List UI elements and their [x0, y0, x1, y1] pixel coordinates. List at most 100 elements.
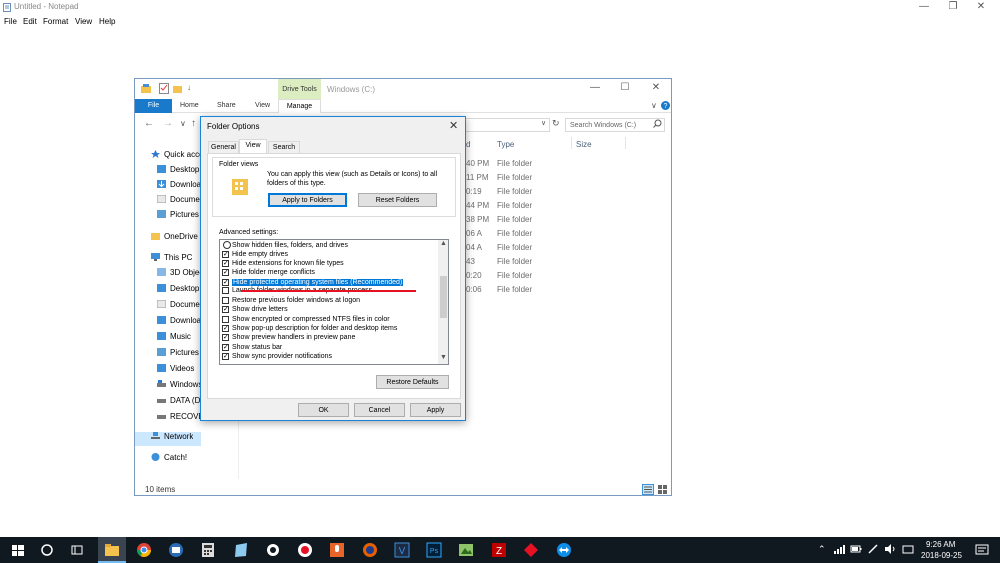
teamviewer-icon[interactable]	[556, 542, 572, 558]
ok-button[interactable]: OK	[298, 403, 349, 417]
checkbox-checked[interactable]: ✓	[222, 279, 229, 286]
cancel-button[interactable]: Cancel	[354, 403, 405, 417]
volume-tray-icon[interactable]	[884, 543, 896, 555]
nav-pc-desktop[interactable]: Desktop	[157, 284, 199, 298]
nav-quick-access[interactable]: Quick acce	[151, 150, 204, 164]
restore-defaults-button[interactable]: Restore Defaults	[376, 375, 449, 389]
properties-icon[interactable]	[159, 83, 169, 94]
address-dropdown-icon[interactable]: ∨	[541, 119, 546, 127]
explorer-minimize-button[interactable]: —	[580, 82, 610, 96]
checkbox-checked[interactable]: ✓	[222, 325, 229, 332]
visio-icon[interactable]: V	[394, 542, 410, 558]
notepad-maximize-button[interactable]: ❐	[938, 1, 968, 14]
checkbox-checked[interactable]: ✓	[222, 306, 229, 313]
help-icon[interactable]: ?	[661, 101, 670, 110]
adv-option-show-encrypted-color[interactable]: Show encrypted or compressed NTFS files …	[222, 315, 390, 324]
large-icons-view-icon[interactable]	[657, 484, 668, 495]
nav-pc-pictures[interactable]: Pictures	[157, 348, 199, 362]
column-header-size[interactable]: Size	[576, 140, 592, 149]
nav-pc-windows-drive[interactable]: Windows	[157, 380, 202, 394]
task-view-icon[interactable]	[69, 542, 85, 558]
clock-date[interactable]: 2018-09-25	[921, 551, 962, 560]
filezilla-icon[interactable]: Z	[491, 542, 507, 558]
adv-option-hide-extensions[interactable]: ✓ Hide extensions for known file types	[222, 259, 344, 268]
ribbon-tab-manage[interactable]: Manage	[278, 99, 321, 113]
nav-pc-music[interactable]: Music	[157, 332, 191, 346]
notepad-menu-file[interactable]: File	[4, 17, 17, 26]
notepad-menu-view[interactable]: View	[75, 17, 92, 26]
recent-locations-icon[interactable]: ∨	[180, 119, 186, 128]
advanced-list-scrollbar[interactable]: ▲ ▼	[438, 240, 448, 364]
nav-pc-videos[interactable]: Videos	[157, 364, 194, 378]
microphone-app-icon[interactable]	[329, 542, 345, 558]
adv-option-hide-merge-conflicts[interactable]: ✓ Hide folder merge conflicts	[222, 268, 315, 277]
red-diamond-app-icon[interactable]	[523, 542, 539, 558]
chrome-icon[interactable]	[136, 542, 152, 558]
file-explorer-taskbar-icon[interactable]	[104, 542, 120, 558]
apply-button[interactable]: Apply	[410, 403, 461, 417]
network-tray-icon[interactable]	[833, 543, 845, 555]
image-editor-icon[interactable]	[458, 542, 474, 558]
notepad-taskbar-icon[interactable]	[233, 542, 249, 558]
adv-option-show-preview-handlers[interactable]: ✓ Show preview handlers in preview pane	[222, 333, 355, 342]
ribbon-tab-home[interactable]: Home	[180, 102, 199, 109]
dialog-close-button[interactable]: ✕	[449, 119, 458, 132]
ribbon-expand-icon[interactable]: ∨	[651, 101, 657, 110]
battery-tray-icon[interactable]	[850, 543, 862, 555]
checkbox-checked[interactable]: ✓	[222, 344, 229, 351]
keyboard-tray-icon[interactable]	[902, 543, 914, 555]
forward-arrow-icon[interactable]: →	[163, 118, 173, 129]
up-arrow-icon[interactable]: ↑	[191, 118, 196, 129]
nav-network[interactable]: Network	[151, 432, 193, 446]
checkbox-unchecked[interactable]	[222, 316, 229, 323]
notepad-menu-format[interactable]: Format	[43, 17, 68, 26]
scrollbar-thumb[interactable]	[440, 276, 447, 318]
ribbon-tab-share[interactable]: Share	[217, 102, 236, 109]
tab-view[interactable]: View	[239, 139, 267, 154]
search-input[interactable]: Search Windows (C:)	[565, 118, 665, 132]
nav-qa-downloads[interactable]: Downloa	[157, 180, 201, 194]
adv-option-show-popup-description[interactable]: ✓ Show pop-up description for folder and …	[222, 324, 397, 333]
checkbox-checked[interactable]: ✓	[222, 334, 229, 341]
notepad-menu-edit[interactable]: Edit	[23, 17, 37, 26]
nav-pc-documents[interactable]: Documen	[157, 300, 204, 314]
nav-qa-pictures[interactable]: Pictures	[157, 210, 199, 224]
photoshop-icon[interactable]: Ps	[426, 542, 442, 558]
back-arrow-icon[interactable]: ←	[144, 118, 154, 129]
scroll-down-icon[interactable]: ▼	[440, 354, 447, 361]
nav-catch[interactable]: Catch!	[151, 453, 187, 467]
refresh-icon[interactable]: ↻	[552, 118, 560, 129]
explorer-close-button[interactable]: ✕	[641, 82, 671, 96]
notepad-minimize-button[interactable]: —	[909, 1, 939, 14]
mail-app-icon[interactable]	[168, 542, 184, 558]
firefox-icon[interactable]	[362, 542, 378, 558]
calculator-icon[interactable]	[200, 542, 216, 558]
adv-option-show-drive-letters[interactable]: ✓ Show drive letters	[222, 305, 288, 314]
address-box[interactable]	[465, 118, 550, 132]
action-center-icon[interactable]	[975, 543, 989, 557]
nav-this-pc[interactable]: This PC	[151, 253, 192, 267]
nav-onedrive[interactable]: OneDrive	[151, 232, 198, 246]
notepad-menu-help[interactable]: Help	[99, 17, 115, 26]
reset-folders-button[interactable]: Reset Folders	[358, 193, 437, 207]
qat-customize-icon[interactable]: ↓	[187, 83, 191, 92]
adv-option-show-sync-notifications[interactable]: ✓ Show sync provider notifications	[222, 352, 332, 361]
scroll-up-icon[interactable]: ▲	[440, 240, 447, 247]
checkbox-unchecked[interactable]	[222, 297, 229, 304]
advanced-settings-list[interactable]: Show hidden files, folders, and drives ✓…	[219, 239, 449, 365]
pen-tray-icon[interactable]	[867, 543, 879, 555]
nav-pc-data-drive[interactable]: DATA (D:	[157, 396, 203, 410]
new-folder-icon[interactable]	[173, 83, 183, 94]
nav-pc-downloads[interactable]: Downloa	[157, 316, 201, 330]
adv-option-show-status-bar[interactable]: ✓ Show status bar	[222, 343, 282, 352]
adv-option-show-hidden[interactable]: Show hidden files, folders, and drives	[223, 241, 348, 250]
radio-button[interactable]	[223, 241, 231, 249]
checkbox-checked[interactable]: ✓	[222, 269, 229, 276]
checkbox-checked[interactable]: ✓	[222, 353, 229, 360]
apply-to-folders-button[interactable]: Apply to Folders	[268, 193, 347, 207]
cortana-search-icon[interactable]	[39, 542, 55, 558]
screen-recorder-icon[interactable]	[297, 542, 313, 558]
windows-start-icon[interactable]	[10, 542, 26, 558]
checkbox-checked[interactable]: ✓	[222, 260, 229, 267]
nav-pc-3d-objects[interactable]: 3D Objec	[157, 268, 203, 282]
